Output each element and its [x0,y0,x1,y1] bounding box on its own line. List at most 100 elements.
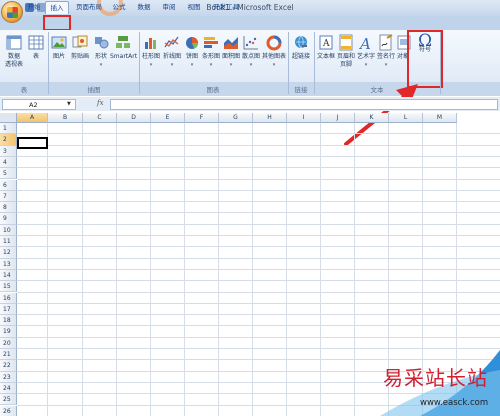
column-header-a[interactable]: A [17,113,48,123]
tab-review[interactable]: 审阅 [158,1,180,14]
clipart-label: 剪贴画 [70,53,89,60]
column-header-l[interactable]: L [389,113,423,123]
column-header-i[interactable]: I [287,113,321,123]
other-charts-button[interactable]: 其他图表 ▾ [261,34,287,69]
row-header-18[interactable]: 18 [0,315,17,327]
hyperlink-button[interactable]: 超链接 [290,34,312,61]
line-chart-label: 折线图 [162,53,181,60]
row-header-15[interactable]: 15 [0,281,17,293]
row-header-24[interactable]: 24 [0,382,17,395]
bar-chart-button[interactable]: 条形图 ▾ [201,34,221,69]
column-chart-button[interactable]: 柱形图 ▾ [141,34,161,69]
row-header-13[interactable]: 13 [0,258,17,270]
shapes-label: 形状 [94,53,107,60]
smartart-button[interactable]: SmartArt [110,34,137,61]
row-header-7[interactable]: 7 [0,190,17,203]
grid-row-line [17,235,500,236]
column-header-h[interactable]: H [253,113,287,123]
column-header-k[interactable]: K [355,113,389,123]
tab-home[interactable]: 开始 [24,1,44,14]
row-header-20[interactable]: 20 [0,337,17,349]
bar-chart-icon [204,37,218,48]
row-header-2[interactable]: 2 [0,134,17,146]
shapes-button[interactable]: 形状 ▾ [92,34,110,69]
select-all-corner[interactable] [0,113,17,123]
row-header-17[interactable]: 17 [0,303,17,316]
row-header-25[interactable]: 25 [0,394,17,406]
clipart-button[interactable]: 剪贴画 [69,34,91,61]
pie-chart-button[interactable]: 饼图 ▾ [183,34,201,69]
row-header-4[interactable]: 4 [0,156,17,169]
row-header-10[interactable]: 10 [0,224,17,236]
row-header-19[interactable]: 19 [0,326,17,338]
tab-data[interactable]: 数据 [133,1,155,14]
other-charts-icon [266,35,282,51]
textbox-icon: A [319,35,333,50]
area-chart-button[interactable]: 面积图 ▾ [221,34,241,69]
header-footer-button[interactable]: 页眉和 页脚 [336,34,356,69]
tab-formulas[interactable]: 公式 [108,1,130,14]
pie-chart-label: 饼图 [185,53,198,60]
grid-row-line [17,155,500,157]
picture-button[interactable]: 图片 [50,34,68,61]
tab-developer[interactable]: 开发工具 [208,1,244,14]
grid-row-line [17,325,500,327]
scatter-chart-label: 散点图 [241,53,260,60]
line-chart-button[interactable]: 折线图 ▾ [161,34,183,69]
tab-page-layout[interactable]: 页面布局 [72,1,106,14]
hyperlink-label: 超链接 [291,53,310,60]
row-header-5[interactable]: 5 [0,168,17,180]
hyperlink-icon [295,35,307,49]
name-box-dropdown-icon[interactable]: ▼ [67,101,71,107]
column-header-b[interactable]: B [48,113,83,123]
column-header-m[interactable]: M [423,113,457,123]
scatter-chart-icon [243,36,258,50]
row-header-8[interactable]: 8 [0,202,17,214]
row-header-11[interactable]: 11 [0,236,17,248]
textbox-label: 文本框 [316,53,335,60]
row-header-23[interactable]: 23 [0,371,17,383]
pivot-table-label: 数据 [7,53,20,60]
table-button[interactable]: 表 [27,34,45,61]
column-header-j[interactable]: J [321,113,355,123]
grid-row-line [17,201,500,203]
row-header-22[interactable]: 22 [0,360,17,372]
column-header-d[interactable]: D [117,113,151,123]
pivot-table-button[interactable]: 数据 透视表 [3,34,25,69]
signature-line-button[interactable]: 签名行 ▾ [376,34,396,69]
grid-row-line [17,189,500,191]
column-header-e[interactable]: E [151,113,185,123]
wordart-icon: A [358,35,371,51]
row-header-14[interactable]: 14 [0,269,17,282]
column-header-c[interactable]: C [83,113,117,123]
grid-row-line [17,167,500,169]
header-footer-label-2: 页脚 [339,61,352,68]
tab-view[interactable]: 视图 [183,1,205,14]
tab-insert[interactable]: 插入 [45,1,69,14]
column-header-f[interactable]: F [185,113,219,123]
formula-input[interactable] [110,99,498,110]
insert-function-icon[interactable]: fx [97,99,104,107]
office-button[interactable] [1,1,23,23]
scatter-chart-button[interactable]: 散点图 ▾ [241,34,261,69]
grid-row-line [17,144,500,146]
grid-row-line [17,268,500,270]
name-box[interactable]: A2 [2,99,76,110]
area-chart-icon [224,37,238,49]
wordart-dropdown-icon: ▾ [364,62,368,68]
textbox-button[interactable]: A 文本框 [316,34,336,61]
column-header-g[interactable]: G [219,113,253,123]
row-header-9[interactable]: 9 [0,213,17,225]
row-header-16[interactable]: 16 [0,292,17,304]
row-header-12[interactable]: 12 [0,247,17,259]
active-cell[interactable] [17,137,48,149]
row-header-3[interactable]: 3 [0,145,17,157]
row-header-26[interactable]: 26 [0,405,17,416]
wordart-button[interactable]: A 艺术字 ▾ [356,34,376,69]
grid-row-line [17,178,500,180]
clipart-icon [72,35,88,48]
row-header-6[interactable]: 6 [0,179,17,191]
signature-dropdown-icon: ▾ [384,62,388,68]
row-header-21[interactable]: 21 [0,349,17,361]
row-header-1[interactable]: 1 [0,123,17,135]
